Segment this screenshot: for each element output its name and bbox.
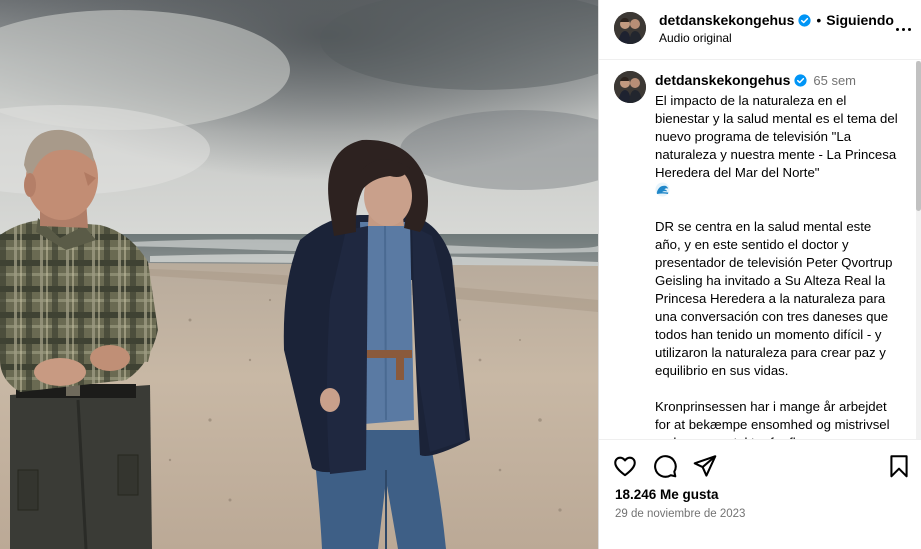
caption-avatar[interactable] — [614, 71, 646, 103]
header-user-line: detdanskekongehus • Siguiendo — [659, 12, 894, 28]
beach-walk-scene — [0, 0, 598, 549]
post-date[interactable]: 29 de noviembre de 2023 — [615, 508, 745, 520]
audio-label[interactable]: Audio original — [659, 31, 732, 45]
heart-icon[interactable] — [612, 453, 638, 479]
following-button[interactable]: Siguiendo — [826, 12, 894, 28]
bookmark-icon[interactable] — [886, 453, 912, 479]
separator-dot: • — [816, 12, 822, 28]
paper-plane-icon[interactable] — [692, 453, 718, 479]
verified-badge-icon — [794, 73, 807, 87]
post-header: detdanskekongehus • Siguiendo Audio orig… — [599, 0, 921, 60]
username-link[interactable]: detdanskekongehus — [659, 12, 794, 28]
verified-badge-icon — [798, 13, 811, 27]
caption-user-line: detdanskekongehus 65 sem — [655, 72, 856, 88]
post-side-panel: detdanskekongehus • Siguiendo Audio orig… — [598, 0, 921, 549]
water-wave-emoji — [655, 182, 670, 197]
post-video[interactable] — [0, 0, 598, 549]
instagram-post-window: detdanskekongehus • Siguiendo Audio orig… — [0, 0, 921, 549]
caption-scrollbar[interactable] — [916, 61, 921, 439]
post-actions: 18.246 Me gusta 29 de noviembre de 2023 — [599, 439, 921, 549]
caption-paragraph: El impacto de la naturaleza en el bienes… — [655, 92, 900, 200]
caption-text: El impacto de la naturaleza en el bienes… — [655, 92, 900, 439]
caption-scroll-area[interactable]: detdanskekongehus 65 sem El impacto de l… — [599, 61, 917, 439]
caption-timestamp[interactable]: 65 sem — [813, 73, 856, 88]
like-count[interactable]: 18.246 Me gusta — [615, 487, 719, 502]
scrollbar-thumb[interactable] — [916, 61, 921, 211]
caption-paragraph: DR se centra en la salud mental este año… — [655, 219, 893, 378]
caption-username-link[interactable]: detdanskekongehus — [655, 72, 790, 88]
account-avatar[interactable] — [614, 12, 646, 44]
more-options-icon[interactable] — [892, 18, 914, 40]
comment-icon[interactable] — [652, 453, 678, 479]
caption-paragraph: Kronprinsessen har i mange år arbejdet f… — [655, 399, 890, 439]
